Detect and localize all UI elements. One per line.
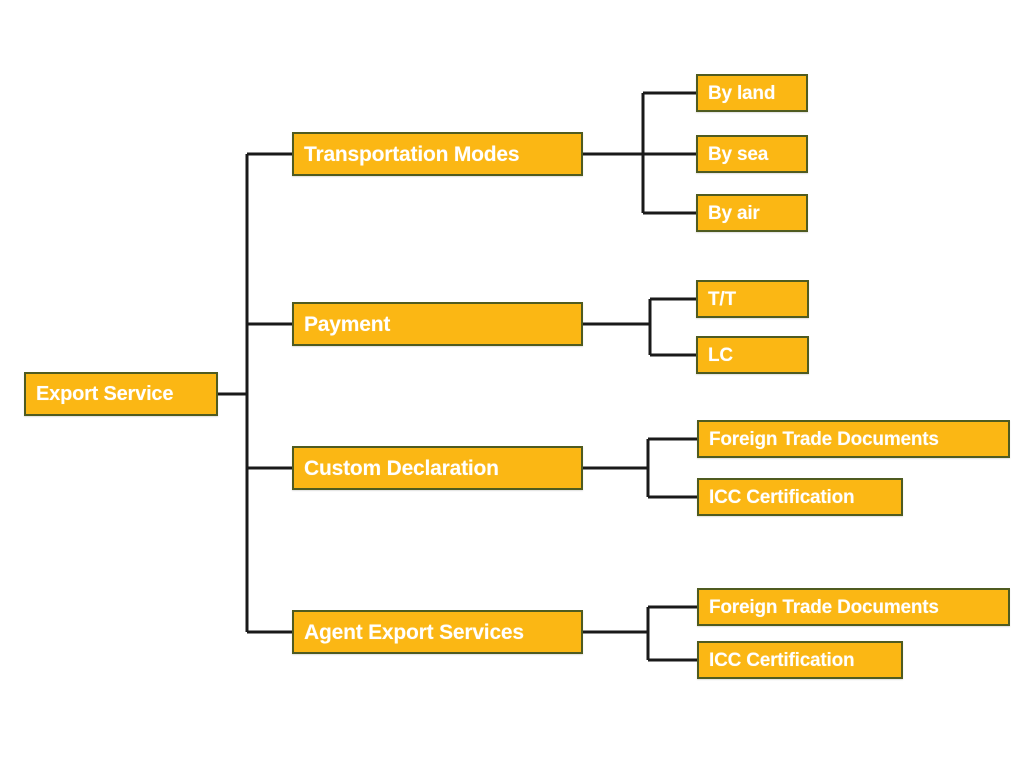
node-label: LC: [708, 344, 733, 366]
node-lc[interactable]: LC: [696, 336, 809, 374]
node-label: Custom Declaration: [304, 456, 499, 480]
node-tt[interactable]: T/T: [696, 280, 809, 318]
org-chart-diagram: Export Service Transportation Modes By l…: [0, 0, 1024, 768]
node-label: By sea: [708, 143, 769, 165]
node-label: Foreign Trade Documents: [709, 596, 939, 618]
node-by-air[interactable]: By air: [696, 194, 808, 232]
node-label: By air: [708, 202, 760, 224]
node-label: Payment: [304, 312, 391, 336]
node-label: Transportation Modes: [304, 142, 520, 166]
node-label: Foreign Trade Documents: [709, 428, 939, 450]
node-export-service[interactable]: Export Service: [24, 372, 218, 416]
node-label: ICC Certification: [709, 649, 855, 671]
node-label: Export Service: [36, 383, 174, 405]
node-label: Agent Export Services: [304, 620, 524, 644]
node-label: By land: [708, 82, 776, 104]
node-payment[interactable]: Payment: [292, 302, 583, 346]
node-by-land[interactable]: By land: [696, 74, 808, 112]
node-transportation-modes[interactable]: Transportation Modes: [292, 132, 583, 176]
node-icc-certification-customs[interactable]: ICC Certification: [697, 478, 903, 516]
node-label: ICC Certification: [709, 486, 855, 508]
node-custom-declaration[interactable]: Custom Declaration: [292, 446, 583, 490]
node-agent-export-services[interactable]: Agent Export Services: [292, 610, 583, 654]
node-by-sea[interactable]: By sea: [696, 135, 808, 173]
node-icc-certification-agent[interactable]: ICC Certification: [697, 641, 903, 679]
node-foreign-trade-documents-customs[interactable]: Foreign Trade Documents: [697, 420, 1010, 458]
node-label: T/T: [708, 288, 736, 310]
node-foreign-trade-documents-agent[interactable]: Foreign Trade Documents: [697, 588, 1010, 626]
